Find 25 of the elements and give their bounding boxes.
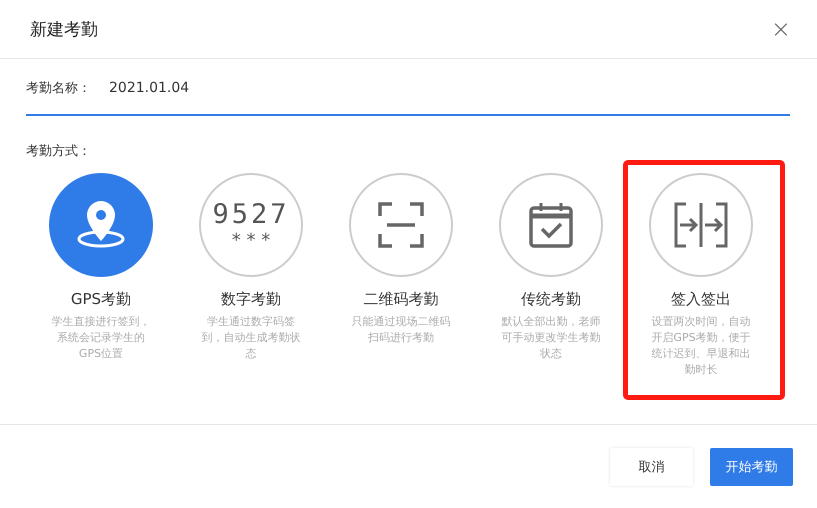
section-label: 考勤方式： [26, 143, 92, 160]
method-title: 数字考勤 [221, 290, 281, 309]
close-button[interactable]: × [770, 17, 791, 41]
method-option[interactable] [349, 173, 453, 277]
dialog-title: 新建考勤 [30, 18, 98, 40]
method-description: 设置两次时间，自动开启GPS考勤，便于统计迟到、早退和出勤时长 [651, 314, 751, 378]
method-title: 传统考勤 [521, 290, 581, 309]
start-button[interactable]: 开始考勤 [710, 448, 793, 486]
field-label: 考勤名称： [26, 80, 91, 97]
calendar-check-icon [529, 202, 573, 248]
sign-in-out-icon [674, 202, 728, 248]
method-description: 默认全部出勤，老师可手动更改学生考勤状态 [501, 314, 601, 362]
code-mask: * * * [232, 230, 270, 251]
method-description: 学生直接进行签到，系统会记录学生的GPS位置 [51, 314, 151, 362]
method-option[interactable] [499, 173, 603, 277]
method-description: 学生通过数字码签到，自动生成考勤状态 [201, 314, 301, 362]
code-number: 9527 [212, 199, 290, 230]
method-option[interactable]: 9527 * * * [199, 173, 303, 277]
scan-frame-icon [378, 202, 424, 248]
method-title: 二维码考勤 [364, 290, 438, 309]
method-title: GPS考勤 [70, 290, 132, 309]
cancel-button[interactable]: 取消 [610, 448, 693, 486]
method-title: 签入签出 [671, 290, 731, 309]
method-description: 只能通过现场二维码扫码进行考勤 [351, 314, 451, 346]
method-option[interactable] [649, 173, 753, 277]
